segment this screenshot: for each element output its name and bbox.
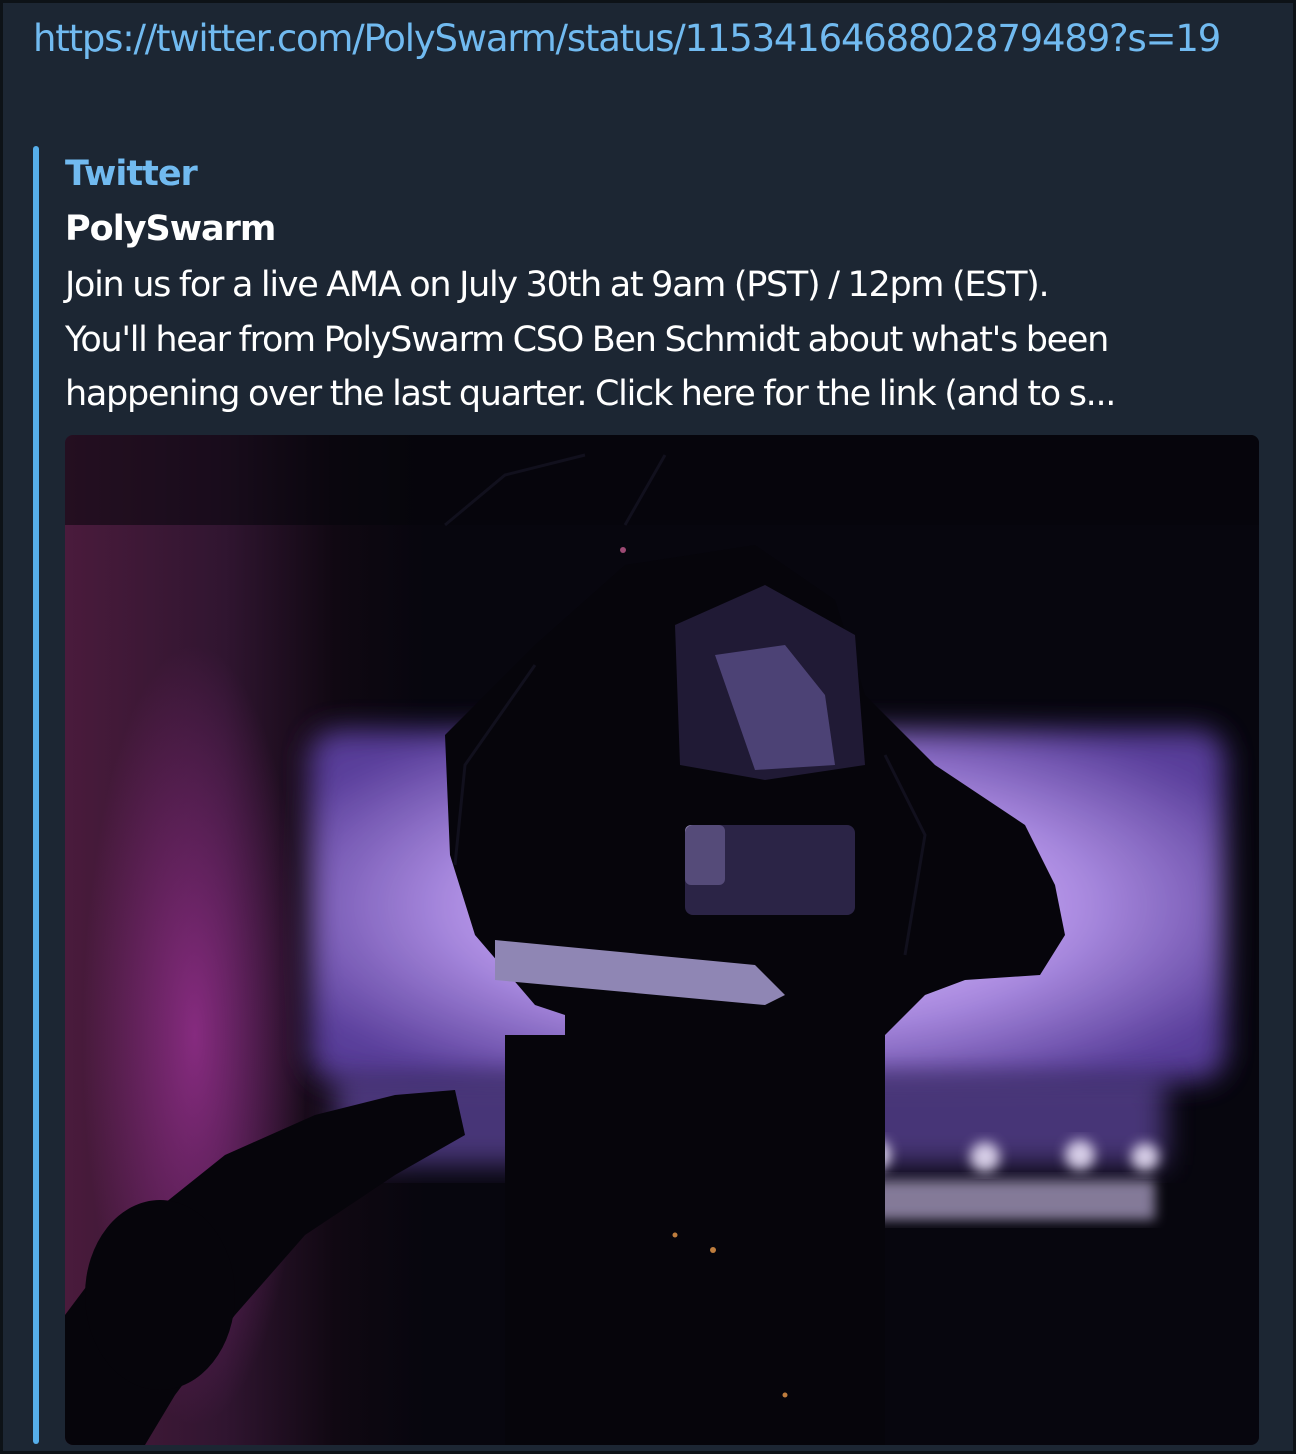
- preview-description-line: happening over the last quarter. Click h…: [65, 374, 1116, 414]
- camera-silhouette-photo: [65, 435, 1259, 1445]
- tweet-url-link[interactable]: https://twitter.com/PolySwarm/status/115…: [33, 11, 1263, 66]
- preview-accent-bar: [33, 146, 39, 1444]
- preview-description: Join us for a live AMA on July 30th at 9…: [65, 258, 1275, 422]
- preview-image[interactable]: [65, 435, 1259, 1445]
- chat-message: https://twitter.com/PolySwarm/status/115…: [0, 0, 1296, 1454]
- preview-site-name: Twitter: [65, 154, 198, 194]
- preview-title: PolySwarm: [65, 209, 276, 249]
- preview-description-line: You'll hear from PolySwarm CSO Ben Schmi…: [65, 319, 1109, 360]
- preview-description-line: Join us for a live AMA on July 30th at 9…: [65, 265, 1050, 305]
